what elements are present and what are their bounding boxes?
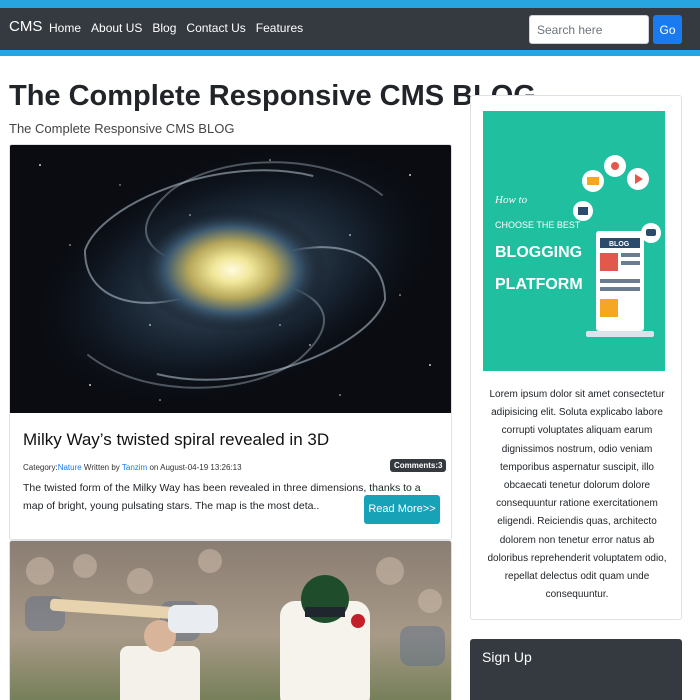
bottom-accent-stripe	[0, 50, 700, 56]
promo-text-platform: PLATFORM	[495, 276, 583, 293]
post-card: Milky Way’s twisted spiral revealed in 3…	[9, 144, 452, 540]
promo-text-choose: CHOOSE THE BEST	[495, 220, 581, 230]
written-by-label: Written by	[81, 463, 122, 472]
nav-links: Home About US Blog Contact Us Features	[49, 21, 313, 35]
promo-text-blog: BLOG	[609, 241, 630, 248]
promo-image[interactable]: How to CHOOSE THE BEST BLOGGING PLATFORM…	[483, 111, 665, 371]
nav-link-about[interactable]: About US	[91, 21, 142, 35]
sidebar-text: Lorem ipsum dolor sit amet consectetur a…	[487, 389, 667, 601]
search-input[interactable]	[529, 15, 649, 44]
post-title[interactable]: Milky Way’s twisted spiral revealed in 3…	[23, 430, 329, 450]
page-title: The Complete Responsive CMS BLOG	[9, 80, 536, 112]
post-card-2	[9, 540, 452, 700]
brand-logo[interactable]: CMS	[9, 18, 42, 35]
nav-link-blog[interactable]: Blog	[152, 21, 176, 35]
promo-text-blogging: BLOGGING	[495, 244, 582, 261]
monitor-icon: BLOG	[586, 231, 654, 337]
author-link[interactable]: Tanzim	[122, 463, 147, 472]
navbar: CMS Home About US Blog Contact Us Featur…	[0, 8, 700, 50]
nav-link-contact[interactable]: Contact Us	[186, 21, 245, 35]
nav-link-home[interactable]: Home	[49, 21, 81, 35]
signup-panel: Sign Up	[470, 639, 682, 700]
category-link[interactable]: Nature	[58, 463, 82, 472]
read-more-button[interactable]: Read More>>	[364, 495, 440, 524]
comments-badge: Comments:3	[390, 459, 447, 472]
top-accent-stripe	[0, 0, 700, 8]
post-date: August-04-19 13:26:13	[160, 463, 242, 472]
page-subtitle: The Complete Responsive CMS BLOG	[9, 121, 235, 136]
nav-link-features[interactable]: Features	[256, 21, 303, 35]
sidebar-card: How to CHOOSE THE BEST BLOGGING PLATFORM…	[470, 95, 682, 620]
signup-title: Sign Up	[482, 649, 532, 665]
go-button[interactable]: Go	[653, 15, 682, 44]
post-image-galaxy[interactable]	[10, 145, 451, 413]
post-meta: Category:Nature Written by Tanzim on Aug…	[23, 463, 242, 472]
category-label: Category:	[23, 463, 58, 472]
promo-text-how: How to	[494, 194, 528, 206]
post-image-cricket[interactable]	[10, 541, 451, 700]
date-prefix: on	[147, 463, 161, 472]
